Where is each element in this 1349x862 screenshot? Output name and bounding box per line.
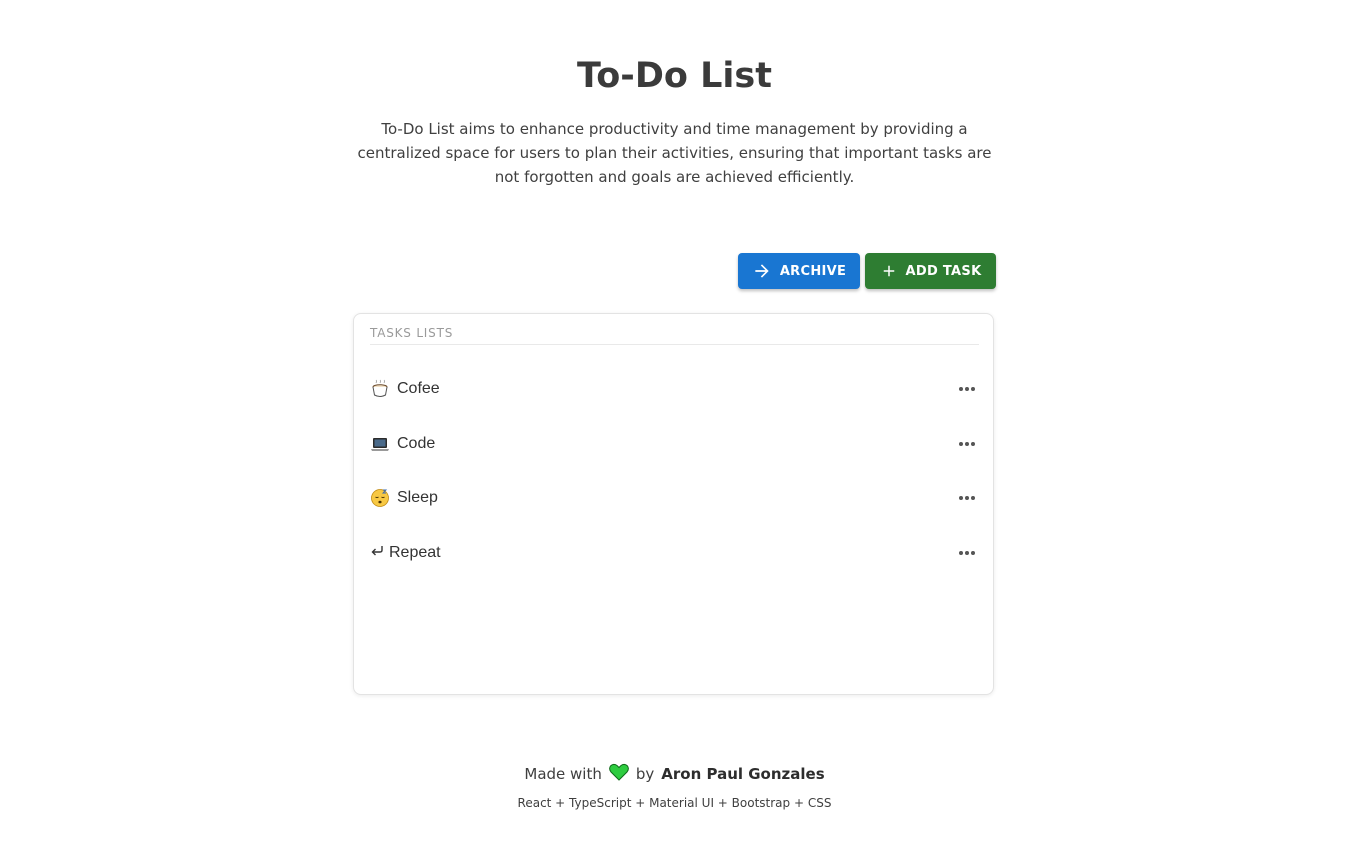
more-horizontal-icon[interactable] xyxy=(956,542,978,564)
task-label: Code xyxy=(397,434,436,452)
sleeping-face-emoji xyxy=(370,488,390,508)
task-item[interactable]: Code xyxy=(370,417,981,472)
tech-stack: React + TypeScript + Material UI + Boots… xyxy=(517,796,832,810)
task-item[interactable]: Repeat xyxy=(370,526,981,581)
more-horizontal-icon[interactable] xyxy=(956,433,978,455)
footer-credit: Made with by Aron Paul Gonzales xyxy=(0,763,1349,785)
task-item[interactable]: Sleep xyxy=(370,471,981,526)
footer-made-with: Made with xyxy=(524,765,602,783)
page-description: To-Do List aims to enhance productivity … xyxy=(357,120,992,186)
arrow-right-icon xyxy=(752,261,772,281)
task-list: Cofee Code Sleep Repeat xyxy=(370,362,981,580)
more-horizontal-icon[interactable] xyxy=(956,487,978,509)
archive-button[interactable]: ARCHIVE xyxy=(738,253,860,289)
green-heart-icon xyxy=(608,763,629,785)
coffee-cup-emoji xyxy=(370,379,390,399)
task-item[interactable]: Cofee xyxy=(370,362,981,417)
page-title: To-Do List xyxy=(577,56,772,96)
add-task-button-label: ADD TASK xyxy=(905,263,982,279)
page: To-Do List To-Do List aims to enhance pr… xyxy=(0,0,1349,862)
toolbar: ARCHIVE ADD TASK xyxy=(738,253,996,289)
archive-button-label: ARCHIVE xyxy=(779,263,847,279)
more-horizontal-icon[interactable] xyxy=(956,378,978,400)
task-label: Repeat xyxy=(389,543,441,561)
tasks-heading: TASKS LISTS xyxy=(370,326,979,345)
return-arrow-glyph xyxy=(370,543,384,562)
tasks-card: TASKS LISTS Cofee Code Sleep Repeat xyxy=(353,313,994,695)
footer-by: by xyxy=(635,765,655,783)
task-label: Sleep xyxy=(397,489,438,507)
plus-icon xyxy=(880,262,898,280)
laptop-emoji xyxy=(370,434,390,454)
task-label: Cofee xyxy=(397,380,440,398)
author-name: Aron Paul Gonzales xyxy=(661,765,825,783)
add-task-button[interactable]: ADD TASK xyxy=(865,253,996,289)
